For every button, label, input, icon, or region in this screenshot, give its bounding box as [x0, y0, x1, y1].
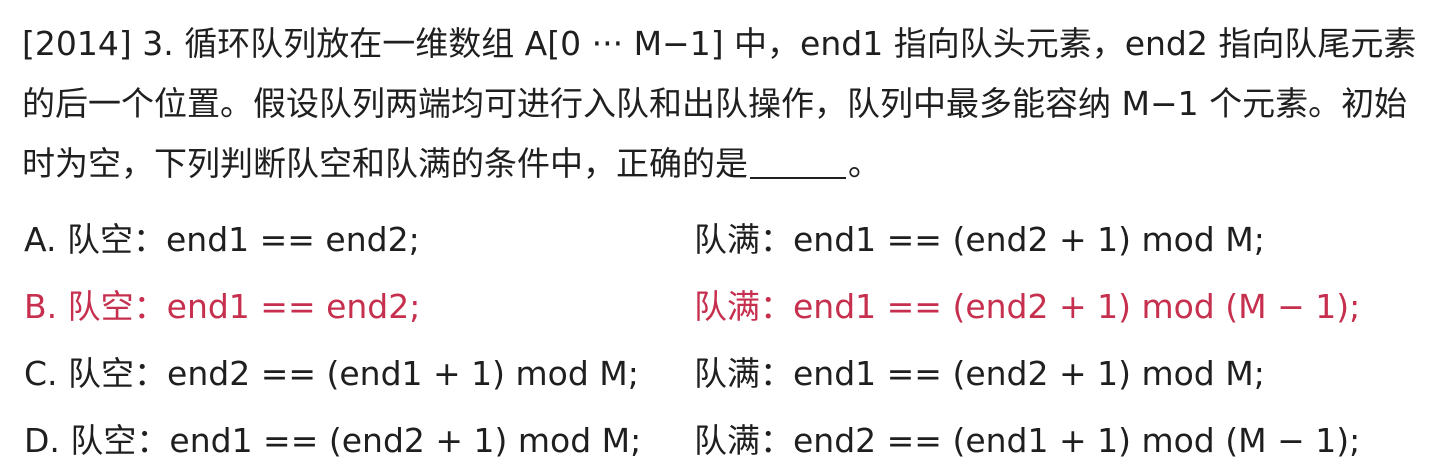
option-c[interactable]: C. 队空：end2 == (end1 + 1) mod M; 队满：end1 … [24, 340, 1424, 407]
options-list: A. 队空：end1 == end2; 队满：end1 == (end2 + 1… [24, 206, 1424, 474]
option-d-empty-condition: 队空：end1 == (end2 + 1) mod M; [70, 421, 642, 460]
option-d-full-condition: 队满：end2 == (end1 + 1) mod (M − 1); [694, 421, 1361, 460]
option-b-empty: B. 队空：end1 == end2; [24, 273, 420, 340]
option-b-empty-condition: 队空：end1 == end2; [67, 287, 421, 326]
option-a[interactable]: A. 队空：end1 == end2; 队满：end1 == (end2 + 1… [24, 206, 1424, 273]
option-d-empty: D. 队空：end1 == (end2 + 1) mod M; [24, 407, 641, 474]
question-body: [2014] 3. 循环队列放在一维数组 A[0 ··· M−1] 中，end1… [22, 24, 1417, 183]
option-a-label: A. [24, 220, 57, 259]
option-a-full-condition: 队满：end1 == (end2 + 1) mod M; [694, 220, 1265, 259]
option-a-empty: A. 队空：end1 == end2; [24, 206, 420, 273]
option-d-label: D. [24, 421, 60, 460]
option-b-label: B. [24, 287, 58, 326]
option-a-empty-condition: 队空：end1 == end2; [66, 220, 420, 259]
question-text: [2014] 3. 循环队列放在一维数组 A[0 ··· M−1] 中，end1… [22, 14, 1427, 194]
option-c-full-condition: 队满：end1 == (end2 + 1) mod M; [694, 354, 1265, 393]
question-tail: 。 [848, 144, 881, 183]
option-c-empty: C. 队空：end2 == (end1 + 1) mod M; [24, 340, 639, 407]
option-c-label: C. [24, 354, 58, 393]
answer-blank [750, 143, 846, 179]
option-b-full-condition: 队满：end1 == (end2 + 1) mod (M − 1); [694, 287, 1361, 326]
option-d[interactable]: D. 队空：end1 == (end2 + 1) mod M; 队满：end2 … [24, 407, 1424, 474]
option-b[interactable]: B. 队空：end1 == end2; 队满：end1 == (end2 + 1… [24, 273, 1424, 340]
option-c-empty-condition: 队空：end2 == (end1 + 1) mod M; [68, 354, 639, 393]
